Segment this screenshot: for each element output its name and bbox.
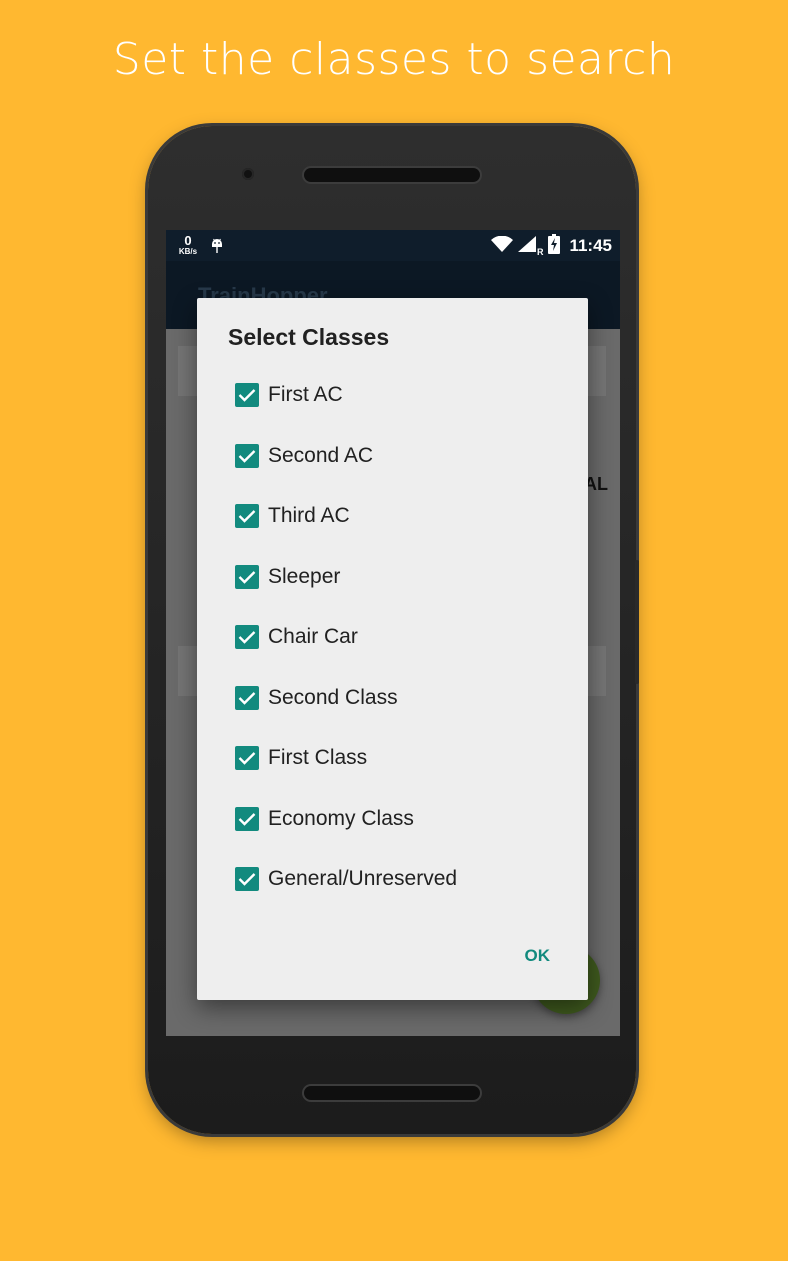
network-speed-unit: KB/s xyxy=(178,247,198,256)
select-classes-dialog: Select Classes First AC Second AC Third … xyxy=(197,298,588,1000)
class-option-label: Sleeper xyxy=(268,564,341,588)
class-option-third-ac[interactable]: Third AC xyxy=(197,486,588,547)
checkbox-checked-icon[interactable] xyxy=(235,443,259,468)
status-icons: R 11:45 xyxy=(490,233,612,259)
class-options-list: First AC Second AC Third AC Sleeper Chai… xyxy=(197,365,588,910)
checkbox-checked-icon[interactable] xyxy=(235,564,259,589)
class-option-label: First AC xyxy=(268,383,343,407)
promo-caption: Set the classes to search xyxy=(112,34,676,85)
class-option-general-unreserved[interactable]: General/Unreserved xyxy=(197,849,588,910)
checkbox-checked-icon[interactable] xyxy=(235,383,259,408)
class-option-label: General/Unreserved xyxy=(268,867,458,891)
class-option-second-class[interactable]: Second Class xyxy=(197,668,588,729)
class-option-second-ac[interactable]: Second AC xyxy=(197,426,588,487)
ok-button[interactable]: OK xyxy=(517,940,559,972)
phone-side-button xyxy=(635,560,639,684)
class-option-economy-class[interactable]: Economy Class xyxy=(197,789,588,850)
cell-signal-icon xyxy=(517,235,536,257)
class-option-label: Economy Class xyxy=(268,806,414,830)
checkbox-checked-icon[interactable] xyxy=(235,625,259,650)
android-debug-icon xyxy=(210,236,224,259)
class-option-chair-car[interactable]: Chair Car xyxy=(197,607,588,668)
class-option-label: Second Class xyxy=(268,685,398,709)
checkbox-checked-icon[interactable] xyxy=(235,806,259,831)
class-option-label: Third AC xyxy=(268,504,350,528)
class-option-sleeper[interactable]: Sleeper xyxy=(197,547,588,608)
checkbox-checked-icon[interactable] xyxy=(235,504,259,529)
checkbox-checked-icon[interactable] xyxy=(235,685,259,710)
class-option-label: Chair Car xyxy=(268,625,358,649)
network-speed-value: 0 xyxy=(184,233,192,248)
status-bar: 0 KB/s R 11:45 xyxy=(166,230,620,261)
class-option-first-class[interactable]: First Class xyxy=(197,728,588,789)
roaming-label: R xyxy=(536,247,544,257)
earpiece-speaker xyxy=(304,168,480,182)
class-option-label: Second AC xyxy=(268,443,374,467)
promo-screen: Set the classes to search 0 KB/s R 11:45… xyxy=(0,0,788,1261)
clock: 11:45 xyxy=(569,236,612,255)
checkbox-checked-icon[interactable] xyxy=(235,746,259,771)
network-speed: 0 KB/s xyxy=(176,234,200,256)
front-camera xyxy=(242,168,254,180)
wifi-icon xyxy=(490,235,513,257)
battery-charging-icon xyxy=(548,233,561,259)
checkbox-checked-icon[interactable] xyxy=(235,867,259,892)
dialog-title: Select Classes xyxy=(228,324,390,350)
bottom-speaker xyxy=(304,1086,480,1100)
class-option-first-ac[interactable]: First AC xyxy=(197,365,588,426)
class-option-label: First Class xyxy=(268,746,368,770)
